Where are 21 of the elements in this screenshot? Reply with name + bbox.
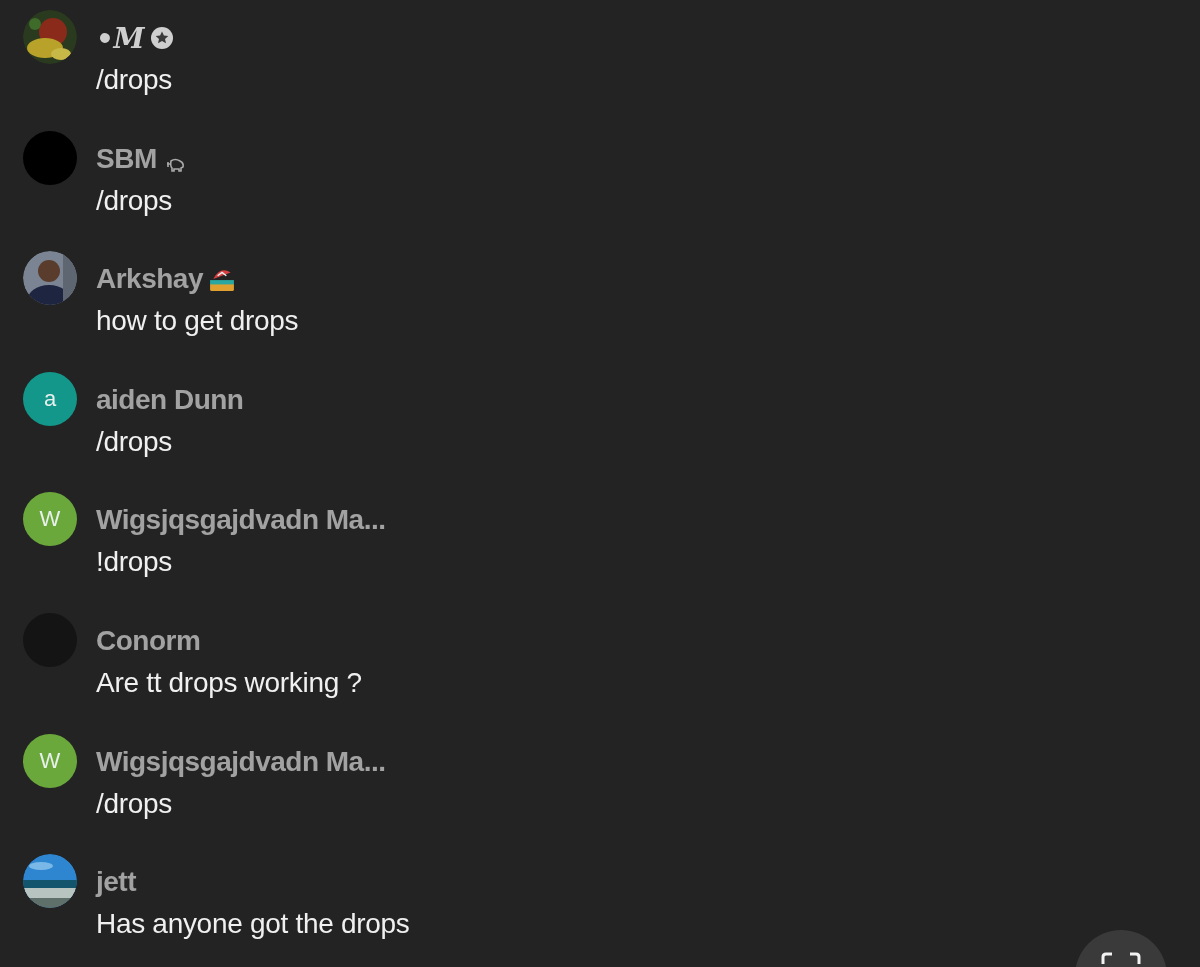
avatar: a [23,371,77,426]
scan-icon [1101,952,1141,966]
username[interactable]: Wigsjqsgajdvadn Ma... [96,504,386,537]
message-text: Has anyone got the drops [96,907,410,942]
username[interactable]: Conorm [96,624,201,657]
username[interactable]: SBM [96,142,157,175]
message-text: how to get drops [96,304,299,339]
username[interactable]: aiden Dunn [96,383,244,416]
username[interactable]: jett [96,866,136,899]
message-text: /drops [96,183,174,218]
avatar: W [23,492,77,547]
star-badge-icon [149,26,174,50]
message-text: Are tt drops working ? [96,665,362,700]
message-text: /drops [96,424,174,459]
message-text: /drops [96,63,174,97]
message-text: /drops [96,786,174,821]
username[interactable]: •M [96,21,144,55]
avatar: W [23,733,77,788]
message-text: !drops [96,545,174,580]
username[interactable]: Arkshay [96,263,203,296]
username[interactable]: Wigsjqsgajdvadn Ma... [96,745,386,778]
